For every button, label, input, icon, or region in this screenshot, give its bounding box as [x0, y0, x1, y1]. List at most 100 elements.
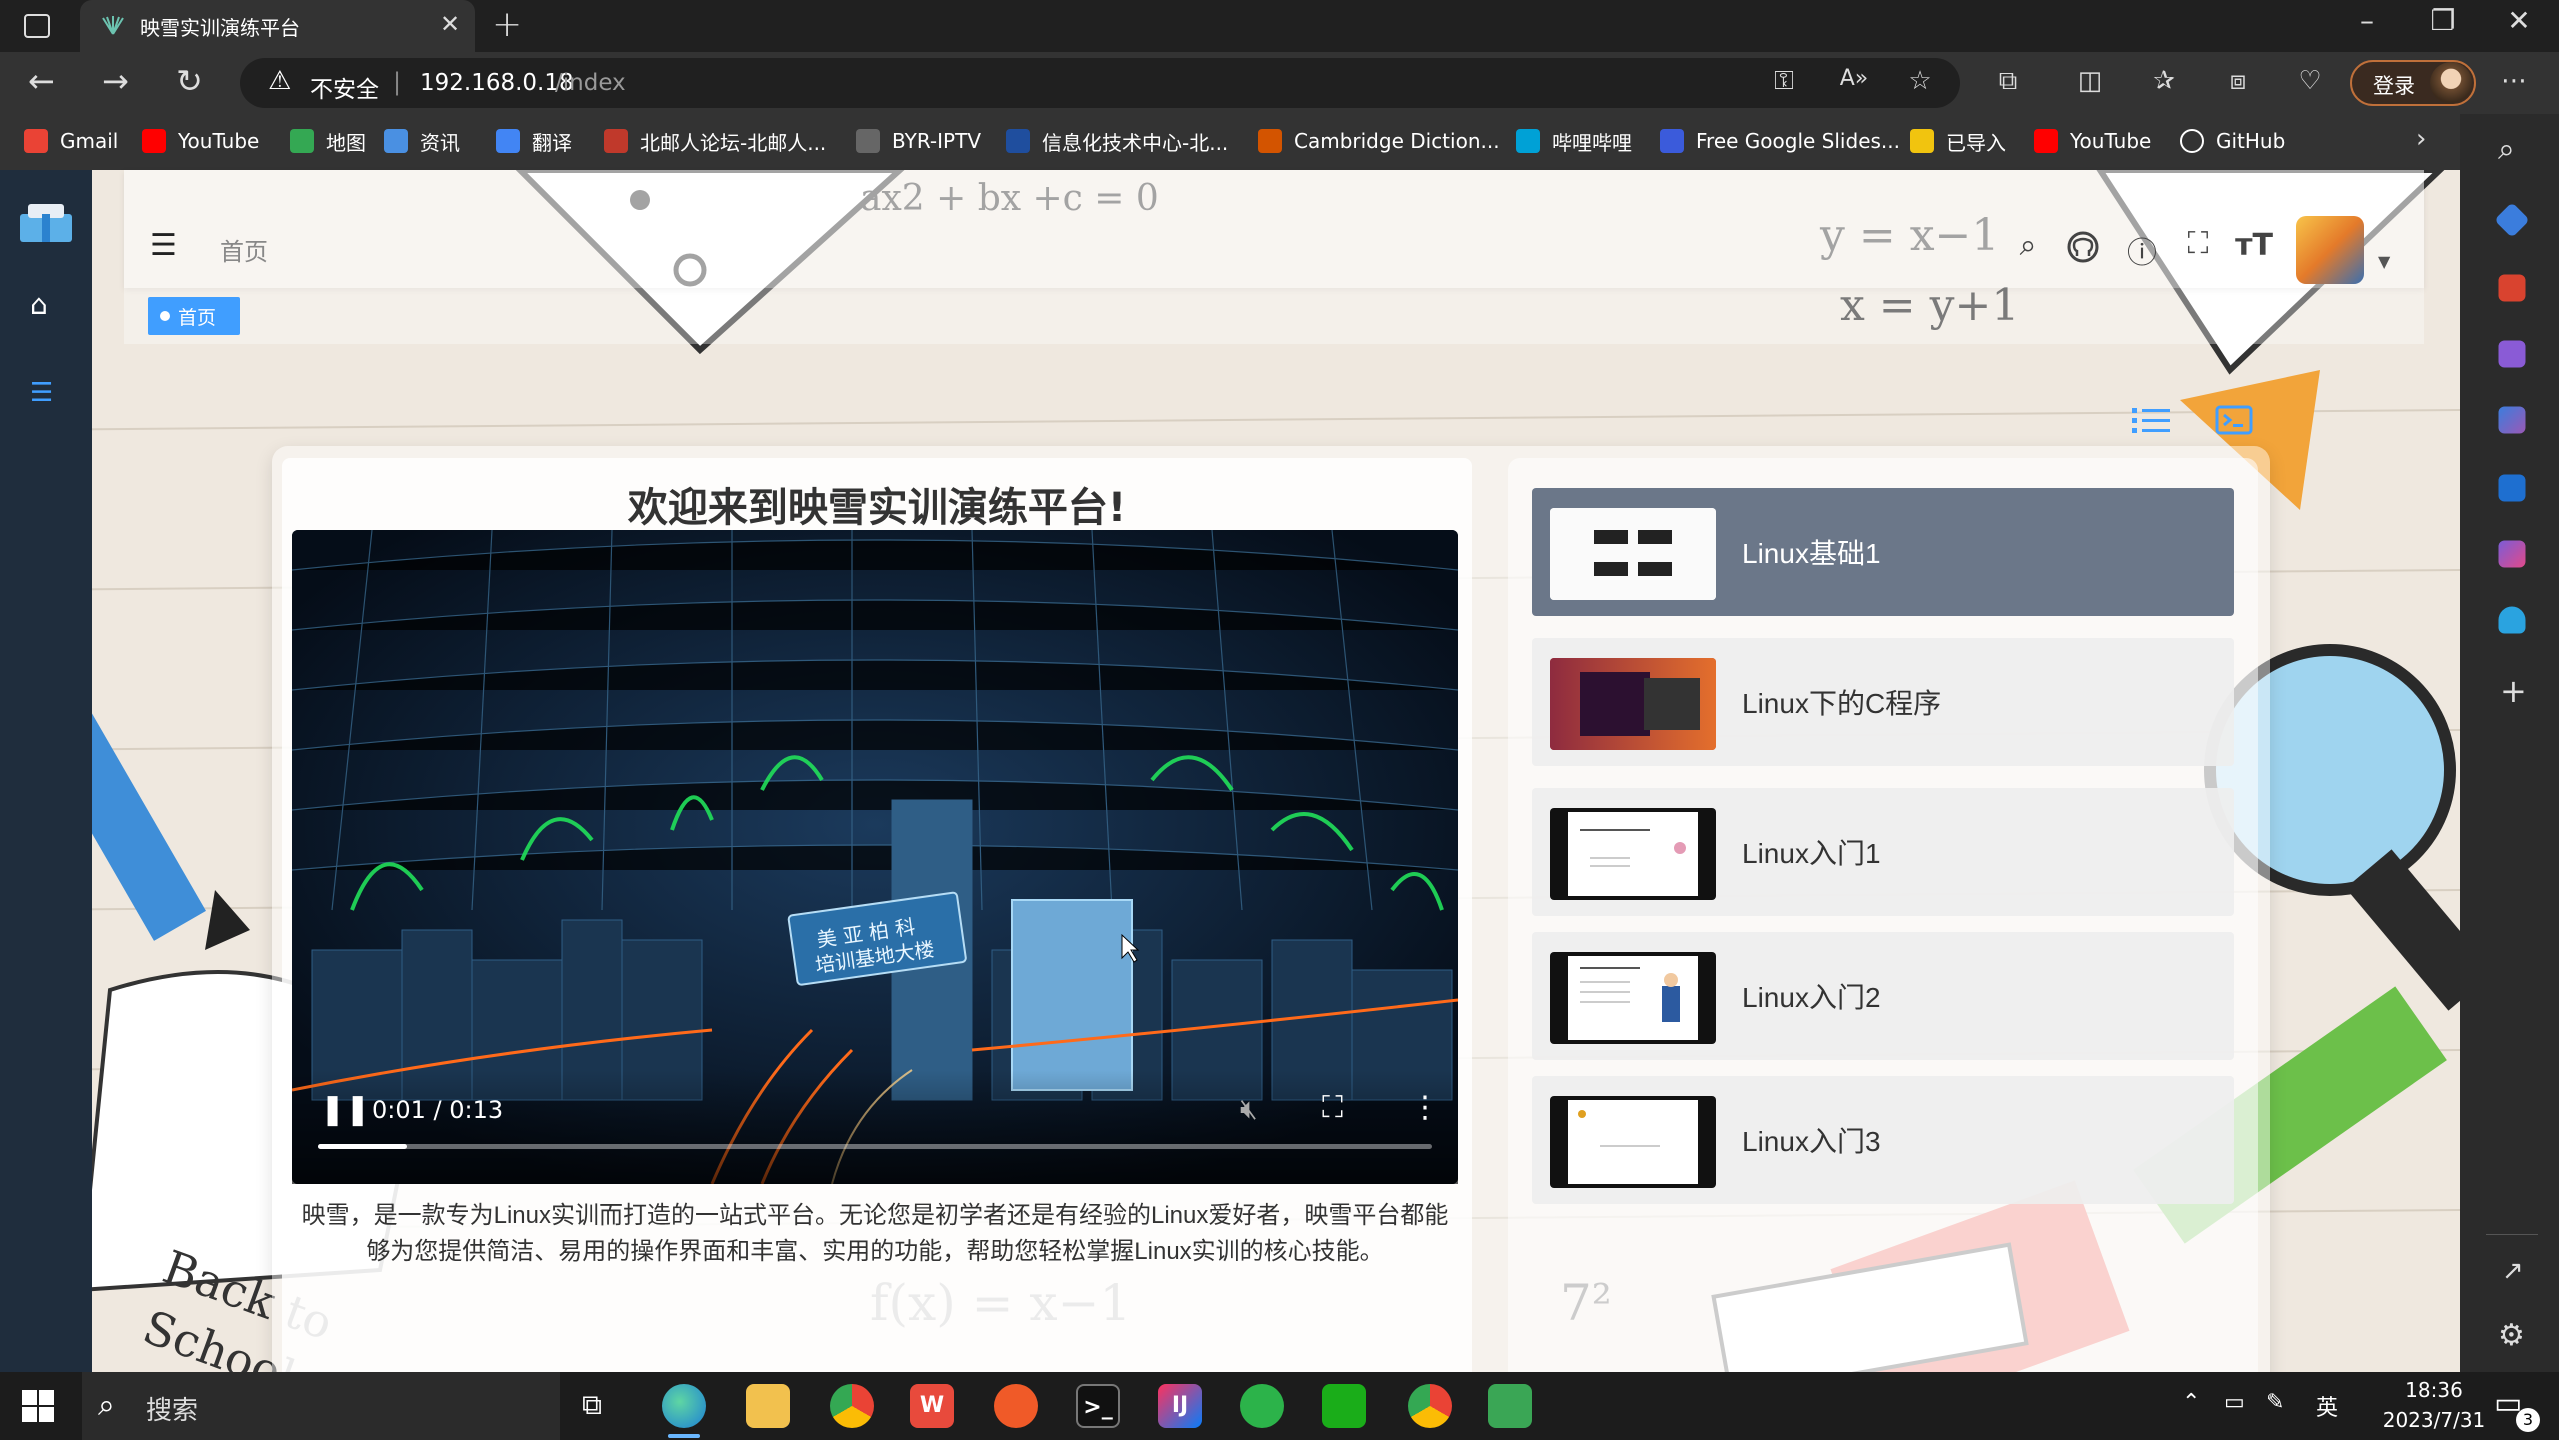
- pen-icon[interactable]: ✎: [2266, 1390, 2284, 1415]
- tab-actions-icon[interactable]: [24, 14, 50, 38]
- more-menu-icon[interactable]: ⋯: [2496, 66, 2532, 102]
- video-progress-fill: [318, 1144, 408, 1149]
- list-nav-icon[interactable]: ☰: [30, 378, 53, 408]
- bookmark-item[interactable]: Gmail: [24, 126, 118, 156]
- tag-home[interactable]: 首页: [148, 297, 240, 335]
- course-item[interactable]: Linux入门3: [1532, 1076, 2234, 1204]
- bookmark-item[interactable]: YouTube: [2034, 126, 2151, 156]
- bookmark-item[interactable]: BYR-IPTV: [856, 126, 981, 156]
- green-folder-icon[interactable]: [1488, 1384, 1532, 1428]
- chrome-icon[interactable]: [830, 1384, 874, 1428]
- bookmark-item[interactable]: 翻译: [496, 126, 572, 156]
- volume-muted-icon[interactable]: 🔇︎: [1240, 1092, 1258, 1126]
- course-item[interactable]: Linux入门1: [1532, 788, 2234, 916]
- fullscreen-icon[interactable]: ⛶: [2178, 226, 2218, 261]
- terminal-icon[interactable]: >_: [1076, 1384, 1120, 1428]
- video-fullscreen-icon[interactable]: ⛶: [1322, 1090, 1343, 1125]
- green-app-icon[interactable]: [1240, 1384, 1284, 1428]
- bookmark-item[interactable]: YouTube: [142, 126, 259, 156]
- header-search-icon[interactable]: ⌕: [2008, 228, 2048, 263]
- task-view-icon[interactable]: ⧉: [582, 1388, 602, 1422]
- terminal-view-icon[interactable]: [2212, 398, 2256, 442]
- password-key-icon[interactable]: ⚿: [1766, 66, 1802, 102]
- side-add-icon[interactable]: +: [2500, 672, 2527, 710]
- side-settings-icon[interactable]: ⚙: [2498, 1318, 2525, 1353]
- warning-icon[interactable]: ⚠: [268, 66, 291, 96]
- tray-expand-icon[interactable]: ⌃: [2182, 1390, 2200, 1415]
- bookmark-item[interactable]: Free Google Slides...: [1660, 126, 1900, 156]
- clock-date[interactable]: 2023/7/31: [2370, 1408, 2498, 1432]
- bookmark-label: YouTube: [2070, 129, 2152, 153]
- bookmark-item[interactable]: 地图: [290, 126, 366, 156]
- bookmark-item[interactable]: 哔哩哔哩: [1516, 126, 1632, 156]
- url-host[interactable]: 192.168.0.18: [420, 70, 574, 96]
- battery-icon[interactable]: ▭: [2224, 1390, 2245, 1415]
- edge-taskbar-icon[interactable]: [662, 1384, 706, 1428]
- pause-icon[interactable]: ❚❚: [320, 1092, 370, 1127]
- bookmark-item[interactable]: Cambridge Diction...: [1258, 126, 1500, 156]
- bookmark-item[interactable]: GitHub: [2180, 126, 2285, 156]
- app-logo-icon[interactable]: [18, 200, 74, 244]
- games-icon[interactable]: [2498, 340, 2526, 368]
- bookmark-item[interactable]: 资讯: [384, 126, 460, 156]
- user-avatar[interactable]: [2296, 216, 2364, 284]
- intellij-icon[interactable]: IJ: [1158, 1384, 1202, 1428]
- collections-icon[interactable]: ⧈: [2220, 66, 2256, 102]
- help-icon[interactable]: ⓘ: [2122, 228, 2162, 272]
- video-more-options-icon[interactable]: ⋮: [1410, 1090, 1440, 1125]
- url-path[interactable]: /index: [555, 70, 626, 96]
- not-secure-label[interactable]: 不安全: [310, 70, 379, 104]
- wechat-icon[interactable]: [1322, 1384, 1366, 1428]
- designer-icon[interactable]: [2498, 540, 2526, 568]
- close-window-icon[interactable]: ✕: [2484, 4, 2554, 37]
- ime-indicator[interactable]: 英: [2316, 1390, 2338, 1422]
- course-title: Linux入门1: [1742, 838, 1881, 869]
- user-menu-caret-icon[interactable]: ▼: [2378, 252, 2390, 271]
- breadcrumb-home[interactable]: 首页: [220, 232, 268, 267]
- favorites-icon[interactable]: ✰: [2146, 66, 2182, 102]
- tab-close-icon[interactable]: ✕: [440, 10, 460, 38]
- course-item[interactable]: Linux基础1: [1532, 488, 2234, 616]
- bookmark-item[interactable]: 北邮人论坛-北邮人...: [604, 126, 826, 156]
- outlook-icon[interactable]: [2498, 474, 2526, 502]
- profile-avatar[interactable]: [2430, 62, 2472, 104]
- video-progress-track[interactable]: [318, 1144, 1432, 1149]
- forward-icon[interactable]: →: [102, 62, 129, 100]
- side-external-icon[interactable]: ↗: [2502, 1256, 2524, 1286]
- bookmarks-overflow-chevron-icon[interactable]: ›: [2416, 124, 2426, 154]
- read-aloud-icon[interactable]: A»: [1836, 66, 1872, 102]
- sidebar-toggle-icon[interactable]: ☰: [150, 228, 177, 263]
- copilot-icon[interactable]: [2498, 406, 2526, 434]
- chrome-alt-icon[interactable]: [1408, 1384, 1452, 1428]
- browser-essentials-icon[interactable]: ♡: [2292, 66, 2328, 102]
- bookmark-label: 资讯: [420, 130, 460, 155]
- tools-briefcase-icon[interactable]: [2498, 274, 2526, 302]
- restore-icon[interactable]: ❐: [2408, 4, 2478, 37]
- taskbar-search-icon: ⌕: [98, 1388, 115, 1423]
- course-item[interactable]: Linux入门2: [1532, 932, 2234, 1060]
- list-view-icon[interactable]: [2128, 398, 2172, 442]
- bookmark-item[interactable]: 已导入: [1910, 126, 2006, 156]
- drop-icon[interactable]: [2498, 606, 2526, 634]
- bookmark-item[interactable]: 信息化技术中心-北...: [1006, 126, 1228, 156]
- refresh-icon[interactable]: ↻: [176, 62, 203, 100]
- taskbar-search-placeholder[interactable]: 搜索: [146, 1390, 198, 1427]
- github-icon[interactable]: [2066, 230, 2106, 264]
- split-screen-icon[interactable]: ◫: [2072, 66, 2108, 102]
- windows-start-icon[interactable]: [20, 1388, 56, 1424]
- home-nav-icon[interactable]: ⌂: [30, 288, 48, 321]
- swift-app-icon[interactable]: [994, 1384, 1038, 1428]
- font-size-icon[interactable]: ᴛT: [2234, 228, 2274, 263]
- extensions-icon[interactable]: ⧉: [1990, 66, 2026, 102]
- file-explorer-icon[interactable]: [746, 1384, 790, 1428]
- course-title: Linux下的C程序: [1742, 688, 1942, 719]
- back-icon[interactable]: ←: [28, 62, 55, 100]
- maps-icon: [290, 129, 314, 153]
- wps-icon[interactable]: W: [910, 1384, 954, 1428]
- new-tab-button[interactable]: +: [492, 4, 522, 45]
- clock-time[interactable]: 18:36: [2384, 1378, 2484, 1402]
- side-search-icon[interactable]: ⌕: [2498, 132, 2515, 167]
- favorite-star-icon[interactable]: ☆: [1902, 66, 1938, 102]
- course-item[interactable]: Linux下的C程序: [1532, 638, 2234, 766]
- minimize-icon[interactable]: –: [2332, 4, 2402, 37]
